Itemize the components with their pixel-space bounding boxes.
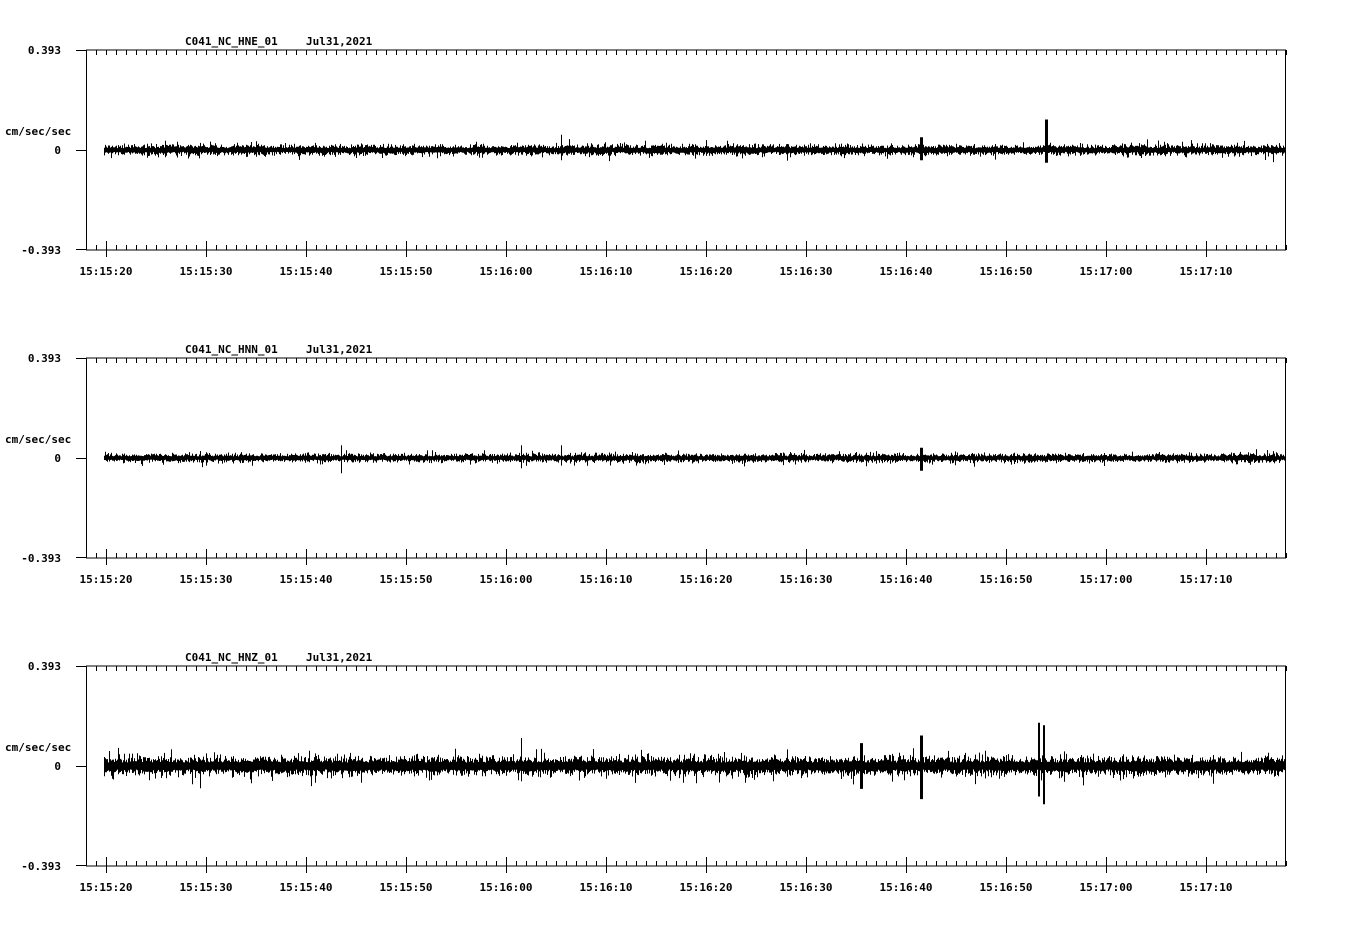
x-tick-label: 15:17:00 — [1080, 881, 1133, 894]
x-tick-label: 15:15:20 — [80, 881, 133, 894]
y-tick-label: -0.393 — [21, 552, 61, 565]
x-tick-label: 15:15:30 — [180, 265, 233, 278]
x-tick-label: 15:16:10 — [580, 265, 633, 278]
x-tick-label: 15:17:00 — [1080, 265, 1133, 278]
y-tick-label: 0.393 — [28, 660, 61, 673]
plot-title: C041_NC_HNZ_01 — [185, 651, 278, 664]
x-tick-label: 15:16:40 — [880, 881, 933, 894]
x-tick-label: 15:16:00 — [480, 881, 533, 894]
waveform-trace — [104, 445, 1286, 474]
plot-date: Jul31,2021 — [306, 343, 373, 356]
y-tick-label: -0.393 — [21, 244, 61, 257]
x-tick-label: 15:16:20 — [680, 573, 733, 586]
x-tick-label: 15:15:50 — [380, 573, 433, 586]
y-axis-label: cm/sec/sec — [5, 433, 71, 446]
x-tick-label: 15:16:00 — [480, 265, 533, 278]
x-tick-label: 15:16:50 — [980, 573, 1033, 586]
x-tick-label: 15:16:20 — [680, 265, 733, 278]
x-tick-label: 15:15:50 — [380, 265, 433, 278]
x-tick-label: 15:16:30 — [780, 881, 833, 894]
x-tick-label: 15:17:00 — [1080, 573, 1133, 586]
y-tick-label: -0.393 — [21, 860, 61, 873]
waveform-trace — [104, 119, 1286, 163]
x-tick-label: 15:16:30 — [780, 265, 833, 278]
waveform-trace — [104, 722, 1286, 805]
seismogram-figure: C041_NC_HNE_01 Jul31,2021 cm/sec/sec 0.393 0… — [0, 0, 1358, 924]
x-tick-label: 15:15:20 — [80, 573, 133, 586]
x-tick-label: 15:17:10 — [1180, 573, 1233, 586]
x-tick-label: 15:16:20 — [680, 881, 733, 894]
x-tick-label: 15:16:10 — [580, 881, 633, 894]
x-tick-label: 15:16:50 — [980, 265, 1033, 278]
y-axis-label: cm/sec/sec — [5, 741, 71, 754]
x-tick-label: 15:17:10 — [1180, 881, 1233, 894]
y-tick-label: 0 — [54, 452, 61, 465]
panel-c041_nc_hnz_01: C041_NC_HNZ_01 Jul31,2021 cm/sec/sec 0.393 0… — [5, 651, 1287, 894]
y-tick-label: 0 — [54, 760, 61, 773]
x-tick-label: 15:16:50 — [980, 881, 1033, 894]
x-tick-label: 15:15:30 — [180, 881, 233, 894]
y-axis-label: cm/sec/sec — [5, 125, 71, 138]
x-tick-label: 15:16:40 — [880, 265, 933, 278]
x-tick-label: 15:16:40 — [880, 573, 933, 586]
y-tick-label: 0.393 — [28, 352, 61, 365]
x-tick-label: 15:15:40 — [280, 881, 333, 894]
y-tick-label: 0.393 — [28, 44, 61, 57]
x-tick-label: 15:15:40 — [280, 265, 333, 278]
x-tick-label: 15:15:20 — [80, 265, 133, 278]
plot-title: C041_NC_HNE_01 — [185, 35, 278, 48]
x-tick-label: 15:16:00 — [480, 573, 533, 586]
x-tick-label: 15:16:10 — [580, 573, 633, 586]
seismogram-plots: C041_NC_HNE_01 Jul31,2021 cm/sec/sec 0.393 0… — [5, 35, 1287, 894]
plot-title: C041_NC_HNN_01 — [185, 343, 278, 356]
plot-date: Jul31,2021 — [306, 651, 373, 664]
panel-c041_nc_hne_01: C041_NC_HNE_01 Jul31,2021 cm/sec/sec 0.393 0… — [5, 35, 1287, 278]
x-tick-label: 15:17:10 — [1180, 265, 1233, 278]
panel-c041_nc_hnn_01: C041_NC_HNN_01 Jul31,2021 cm/sec/sec 0.393 0… — [5, 343, 1287, 586]
y-tick-label: 0 — [54, 144, 61, 157]
x-tick-label: 15:15:30 — [180, 573, 233, 586]
plot-date: Jul31,2021 — [306, 35, 373, 48]
x-tick-label: 15:15:40 — [280, 573, 333, 586]
x-tick-label: 15:15:50 — [380, 881, 433, 894]
x-tick-label: 15:16:30 — [780, 573, 833, 586]
